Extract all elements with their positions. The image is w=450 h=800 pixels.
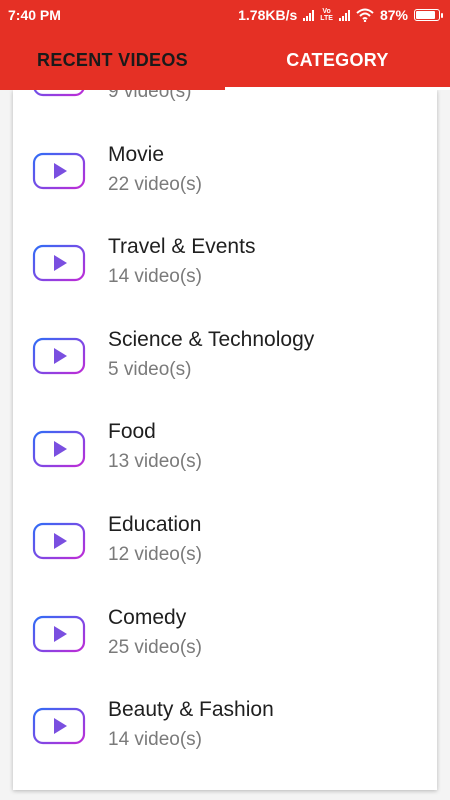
category-list[interactable]: 9 video(s) Movie 22 video(s) Travel & Event… xyxy=(13,90,437,773)
category-count: 14 video(s) xyxy=(108,729,202,751)
play-button-icon xyxy=(32,152,86,189)
status-bar: 7:40 PM 1.78KB/s Vo LTE 87% xyxy=(0,0,450,30)
tab-category[interactable]: CATEGORY xyxy=(225,30,450,90)
lte-label: LTE xyxy=(320,15,333,22)
category-item[interactable]: Food 13 video(s) xyxy=(13,402,437,495)
play-button-icon xyxy=(33,90,85,97)
battery-percent: 87% xyxy=(379,7,408,23)
category-count: 22 video(s) xyxy=(108,173,202,195)
category-count: 25 video(s) xyxy=(108,636,202,658)
category-title: Comedy xyxy=(108,605,187,629)
volte-label: Vo xyxy=(322,8,331,15)
wifi-icon xyxy=(356,8,374,22)
category-count: 12 video(s) xyxy=(108,543,202,565)
category-title: Travel & Events xyxy=(108,235,256,259)
category-item[interactable]: Beauty & Fashion 14 video(s) xyxy=(13,680,437,773)
category-title: Education xyxy=(108,512,202,536)
category-count: 13 video(s) xyxy=(108,451,202,473)
category-item[interactable]: Travel & Events 14 video(s) xyxy=(13,217,437,310)
category-title: Movie xyxy=(108,142,165,166)
play-button-icon xyxy=(32,337,86,375)
signal-icon xyxy=(303,9,315,21)
category-title: Science & Technology xyxy=(108,327,315,351)
tab-bar: RECENT VIDEOS CATEGORY xyxy=(0,30,450,90)
play-button-icon xyxy=(32,615,86,652)
play-button-icon xyxy=(32,245,86,282)
category-card: 9 video(s) Movie 22 video(s) Travel & Event… xyxy=(13,90,437,790)
category-item[interactable]: Science & Technology 5 video(s) xyxy=(13,310,437,403)
signal-icon-2 xyxy=(338,9,350,21)
play-button-icon xyxy=(32,523,86,560)
tab-recent-videos[interactable]: RECENT VIDEOS xyxy=(0,30,225,90)
status-indicators: 1.78KB/s Vo LTE 87% xyxy=(238,7,443,23)
category-item[interactable]: 9 video(s) xyxy=(13,90,437,125)
category-content[interactable]: 9 video(s) Movie 22 video(s) Travel & Event… xyxy=(0,90,450,800)
play-button-icon xyxy=(32,430,86,467)
network-speed: 1.78KB/s xyxy=(238,7,298,23)
category-count: 5 video(s) xyxy=(108,358,192,380)
category-item[interactable]: Education 12 video(s) xyxy=(13,495,437,588)
status-time: 7:40 PM xyxy=(8,7,61,23)
category-item[interactable]: Comedy 25 video(s) xyxy=(13,588,437,681)
category-title: Food xyxy=(108,420,156,444)
category-title: Beauty & Fashion xyxy=(108,698,274,722)
play-button-icon xyxy=(32,708,86,745)
volte-icon: Vo LTE xyxy=(320,8,333,22)
category-count: 14 video(s) xyxy=(108,266,202,288)
battery-icon xyxy=(414,9,443,21)
category-count: 9 video(s) xyxy=(108,90,192,102)
category-item[interactable]: Movie 22 video(s) xyxy=(13,125,437,218)
